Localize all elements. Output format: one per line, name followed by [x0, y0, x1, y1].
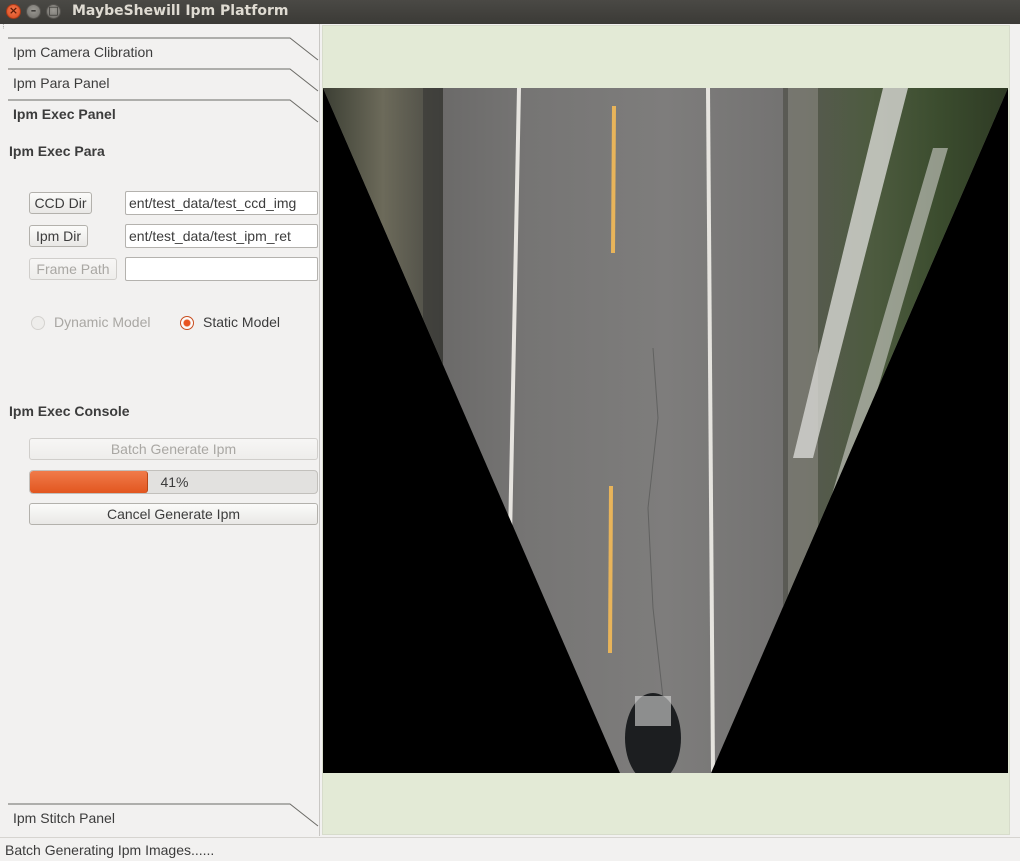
ipm-dir-button[interactable]: Ipm Dir	[29, 225, 88, 247]
window-title: MaybeShewill Ipm Platform	[72, 3, 289, 19]
dynamic-model-radio[interactable]: Dynamic Model	[31, 314, 161, 332]
exec-para-heading: Ipm Exec Para	[9, 143, 105, 159]
tab-ipm-exec-panel[interactable]: Ipm Exec Panel	[8, 98, 320, 128]
tab-ipm-para-panel[interactable]: Ipm Para Panel	[8, 67, 320, 97]
maximize-window-button[interactable]: □	[46, 4, 61, 19]
minimize-window-button[interactable]: –	[26, 4, 41, 19]
generation-progress-bar: 41%	[29, 470, 318, 494]
control-panel: ⠇ Ipm Camera Clibration Ipm Para Panel I…	[0, 24, 320, 836]
radio-label: Static Model	[203, 314, 281, 330]
progress-text: 41%	[160, 474, 189, 490]
tab-ipm-stitch-panel[interactable]: Ipm Stitch Panel	[8, 802, 320, 832]
ipm-dir-field[interactable]: ent/test_data/test_ipm_ret	[125, 224, 318, 248]
tab-label: Ipm Exec Panel	[13, 106, 116, 122]
frame-path-field[interactable]	[125, 257, 318, 281]
close-window-button[interactable]: ×	[6, 4, 21, 19]
tab-label: Ipm Camera Clibration	[13, 44, 154, 60]
radio-indicator	[31, 316, 45, 330]
maximize-icon: □	[48, 4, 59, 17]
ipm-image-viewer	[322, 25, 1010, 835]
cancel-generate-ipm-button[interactable]: Cancel Generate Ipm	[29, 503, 318, 525]
exec-console-heading: Ipm Exec Console	[9, 403, 130, 419]
static-model-radio[interactable]: Static Model	[180, 314, 295, 332]
radio-indicator	[180, 316, 194, 330]
ccd-dir-field[interactable]: ent/test_data/test_ccd_img	[125, 191, 318, 215]
ipm-result-image	[323, 88, 1008, 773]
minimize-icon: –	[30, 4, 37, 17]
tab-label: Ipm Para Panel	[13, 75, 110, 91]
tab-ipm-camera-calibration[interactable]: Ipm Camera Clibration	[8, 36, 320, 66]
status-bar: Batch Generating Ipm Images......	[0, 837, 1020, 861]
drag-grip-icon[interactable]: ⠇	[2, 25, 8, 36]
frame-path-button[interactable]: Frame Path	[29, 258, 117, 280]
main-window: ⠇ Ipm Camera Clibration Ipm Para Panel I…	[0, 24, 1020, 861]
status-message: Batch Generating Ipm Images......	[5, 842, 215, 858]
bird-eye-road-image	[323, 88, 1008, 773]
batch-generate-ipm-button[interactable]: Batch Generate Ipm	[29, 438, 318, 460]
title-bar: × – □ MaybeShewill Ipm Platform	[0, 0, 1020, 24]
ccd-dir-button[interactable]: CCD Dir	[29, 192, 92, 214]
tab-label: Ipm Stitch Panel	[13, 810, 115, 826]
radio-label: Dynamic Model	[54, 314, 151, 330]
close-icon: ×	[8, 4, 19, 17]
